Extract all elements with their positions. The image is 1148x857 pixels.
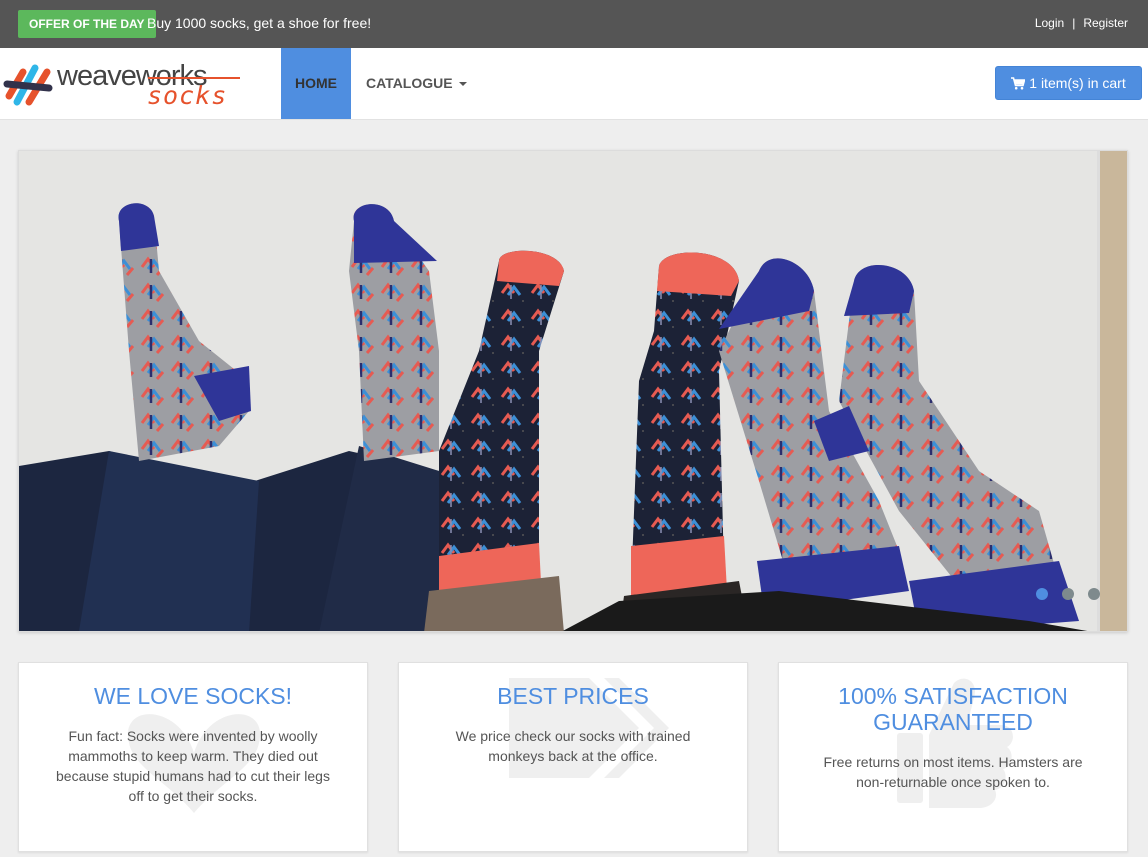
hero-carousel[interactable] [18,150,1128,632]
feature-box-love-socks: WE LOVE SOCKS! Fun fact: Socks were inve… [18,662,368,852]
carousel-dot-2[interactable] [1062,588,1074,600]
feature-text: Free returns on most items. Hamsters are… [823,754,1083,790]
navbar: weaveworks socks HOME CATALOGUE 1 item(s… [0,48,1148,120]
carousel-dot-3[interactable] [1088,588,1100,600]
feature-title: 100% SATISFACTION GUARANTEED [838,683,1068,735]
weaveworks-logo-icon [3,64,53,106]
nav-home[interactable]: HOME [281,48,351,119]
account-links: Login | Register [1035,15,1128,31]
register-link[interactable]: Register [1083,16,1128,30]
login-link[interactable]: Login [1035,16,1064,30]
logo-strike-icon [148,77,240,79]
nav-catalogue[interactable]: CATALOGUE [366,48,467,119]
feature-title: WE LOVE SOCKS! [93,683,293,709]
top-bar: OFFER OF THE DAY Buy 1000 socks, get a s… [0,0,1148,48]
feature-box-best-prices: BEST PRICES We price check our socks wit… [398,662,748,852]
logo-socks: socks [147,81,228,110]
offer-badge[interactable]: OFFER OF THE DAY [18,10,156,38]
nav-catalogue-label: CATALOGUE [366,75,453,91]
caret-down-icon [458,82,467,87]
feature-text: We price check our socks with trained mo… [455,728,691,764]
carousel-dot-1[interactable] [1036,588,1048,600]
cart-button[interactable]: 1 item(s) in cart [995,66,1142,100]
offer-text: Buy 1000 socks, get a shoe for free! [147,15,372,31]
link-separator: | [1072,16,1076,30]
logo[interactable]: weaveworks socks [3,58,243,110]
feature-text: Fun fact: Socks were invented by woolly … [56,728,330,804]
cart-label: 1 item(s) in cart [1029,75,1126,91]
feature-title: BEST PRICES [497,683,649,709]
cart-icon [1011,77,1026,90]
hero-socks-image [19,151,1127,631]
feature-box-satisfaction: 100% SATISFACTION GUARANTEED Free return… [778,662,1128,852]
